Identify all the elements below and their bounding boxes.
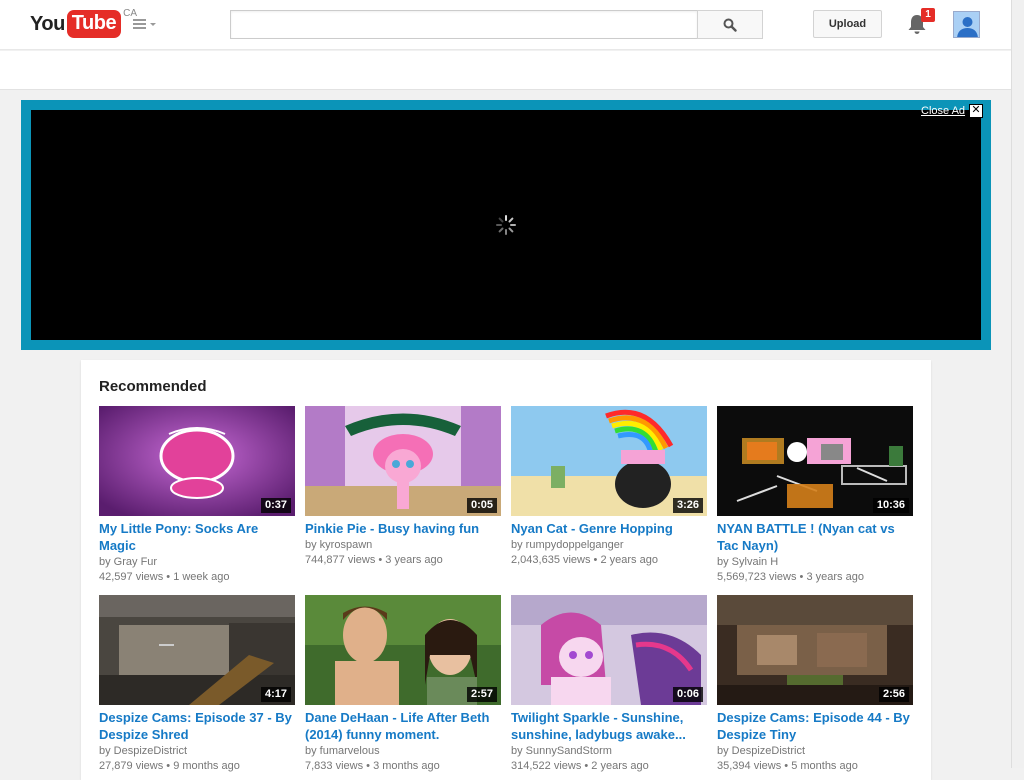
masthead-ad[interactable]: Close Ad ✕ <box>21 100 991 350</box>
video-title-link[interactable]: Nyan Cat - Genre Hopping <box>511 520 707 537</box>
video-channel[interactable]: by Gray Fur <box>99 555 295 570</box>
video-age: 3 years ago <box>385 554 443 566</box>
video-tile[interactable]: 0:37 My Little Pony: Socks Are Magic by … <box>99 406 295 585</box>
video-thumbnail[interactable]: 0:05 <box>305 406 501 516</box>
video-channel[interactable]: by fumarvelous <box>305 744 501 759</box>
video-channel[interactable]: by rumpydoppelganger <box>511 538 707 553</box>
video-tile[interactable]: 2:56 Despize Cams: Episode 44 - By Despi… <box>717 595 913 774</box>
video-age: 9 months ago <box>173 760 240 772</box>
video-title-link[interactable]: Despize Cams: Episode 37 - By Despize Sh… <box>99 709 295 743</box>
recommended-section: Recommended 0:37 My Little Pony: Socks A… <box>81 360 931 780</box>
logo-tube-text: Tube <box>66 10 122 38</box>
subheader-strip <box>0 51 1011 90</box>
video-tile[interactable]: 0:05 Pinkie Pie - Busy having fun by kyr… <box>305 406 501 568</box>
video-stats: 744,877 views • 3 years ago <box>305 554 443 566</box>
video-tile[interactable]: 10:36 NYAN BATTLE ! (Nyan cat vs Tac Nay… <box>717 406 913 585</box>
video-age: 2 years ago <box>591 760 649 772</box>
video-duration: 4:17 <box>260 687 291 702</box>
search-icon <box>723 18 737 32</box>
video-duration: 3:26 <box>672 498 703 513</box>
video-views: 5,569,723 views <box>717 571 797 583</box>
search-input[interactable] <box>230 10 697 39</box>
video-title-link[interactable]: Dane DeHaan - Life After Beth (2014) fun… <box>305 709 501 743</box>
video-channel[interactable]: by kyrospawn <box>305 538 501 553</box>
close-ad-label: Close Ad <box>921 105 966 117</box>
video-channel[interactable]: by DespizeDistrict <box>99 744 295 759</box>
video-tile[interactable]: 2:57 Dane DeHaan - Life After Beth (2014… <box>305 595 501 774</box>
video-channel[interactable]: by DespizeDistrict <box>717 744 913 759</box>
video-age: 1 week ago <box>173 571 230 583</box>
default-user-icon <box>954 12 979 37</box>
video-age: 3 months ago <box>373 760 440 772</box>
video-title-link[interactable]: Twilight Sparkle - Sunshine, sunshine, l… <box>511 709 707 743</box>
notifications-button[interactable]: 1 <box>904 8 936 38</box>
video-title-link[interactable]: Despize Cams: Episode 44 - By Despize Ti… <box>717 709 913 743</box>
video-duration: 2:57 <box>466 687 497 702</box>
video-stats: 42,597 views • 1 week ago <box>99 571 230 583</box>
video-thumbnail[interactable]: 0:37 <box>99 406 295 516</box>
video-tile[interactable]: 0:06 Twilight Sparkle - Sunshine, sunshi… <box>511 595 707 774</box>
video-thumbnail[interactable]: 4:17 <box>99 595 295 705</box>
loading-spinner-icon <box>496 215 516 235</box>
video-stats: 5,569,723 views • 3 years ago <box>717 571 864 583</box>
hamburger-icon <box>133 19 146 29</box>
video-thumbnail[interactable]: 0:06 <box>511 595 707 705</box>
page-scrollbar[interactable] <box>1011 0 1024 768</box>
video-duration: 0:06 <box>672 687 703 702</box>
video-views: 42,597 views <box>99 571 164 583</box>
notification-count-badge: 1 <box>921 8 935 22</box>
video-age: 5 months ago <box>791 760 858 772</box>
logo-you-text: You <box>30 13 65 35</box>
video-views: 27,879 views <box>99 760 164 772</box>
video-title-link[interactable]: Pinkie Pie - Busy having fun <box>305 520 501 537</box>
video-duration: 10:36 <box>872 498 909 513</box>
video-views: 35,394 views <box>717 760 782 772</box>
video-stats: 35,394 views • 5 months ago <box>717 760 858 772</box>
video-channel[interactable]: by Sylvain H <box>717 555 913 570</box>
video-stats: 2,043,635 views • 2 years ago <box>511 554 658 566</box>
section-title: Recommended <box>99 378 207 395</box>
video-title-link[interactable]: My Little Pony: Socks Are Magic <box>99 520 295 554</box>
video-age: 3 years ago <box>806 571 864 583</box>
video-age: 2 years ago <box>600 554 658 566</box>
video-views: 7,833 views <box>305 760 364 772</box>
close-ad-button[interactable]: Close Ad ✕ <box>921 104 984 118</box>
video-duration: 0:37 <box>260 498 291 513</box>
video-title-link[interactable]: NYAN BATTLE ! (Nyan cat vs Tac Nayn) <box>717 520 913 554</box>
video-duration: 0:05 <box>466 498 497 513</box>
masthead: You Tube CA Upload 1 <box>0 0 1011 50</box>
search-button[interactable] <box>697 10 763 39</box>
video-channel[interactable]: by SunnySandStorm <box>511 744 707 759</box>
guide-menu-button[interactable] <box>133 16 159 34</box>
video-thumbnail[interactable]: 10:36 <box>717 406 913 516</box>
video-stats: 27,879 views • 9 months ago <box>99 760 240 772</box>
close-icon: ✕ <box>969 104 984 118</box>
youtube-logo[interactable]: You Tube CA <box>30 8 137 39</box>
video-views: 744,877 views <box>305 554 376 566</box>
video-views: 2,043,635 views <box>511 554 591 566</box>
ad-video-player[interactable] <box>31 110 981 340</box>
caret-down-icon <box>150 23 156 26</box>
video-tile[interactable]: 4:17 Despize Cams: Episode 37 - By Despi… <box>99 595 295 774</box>
user-avatar[interactable] <box>953 11 980 38</box>
video-views: 314,522 views <box>511 760 582 772</box>
video-stats: 7,833 views • 3 months ago <box>305 760 440 772</box>
video-stats: 314,522 views • 2 years ago <box>511 760 649 772</box>
video-thumbnail[interactable]: 3:26 <box>511 406 707 516</box>
video-tile[interactable]: 3:26 Nyan Cat - Genre Hopping by rumpydo… <box>511 406 707 568</box>
video-thumbnail[interactable]: 2:57 <box>305 595 501 705</box>
upload-button[interactable]: Upload <box>813 10 882 38</box>
video-thumbnail[interactable]: 2:56 <box>717 595 913 705</box>
video-duration: 2:56 <box>878 687 909 702</box>
